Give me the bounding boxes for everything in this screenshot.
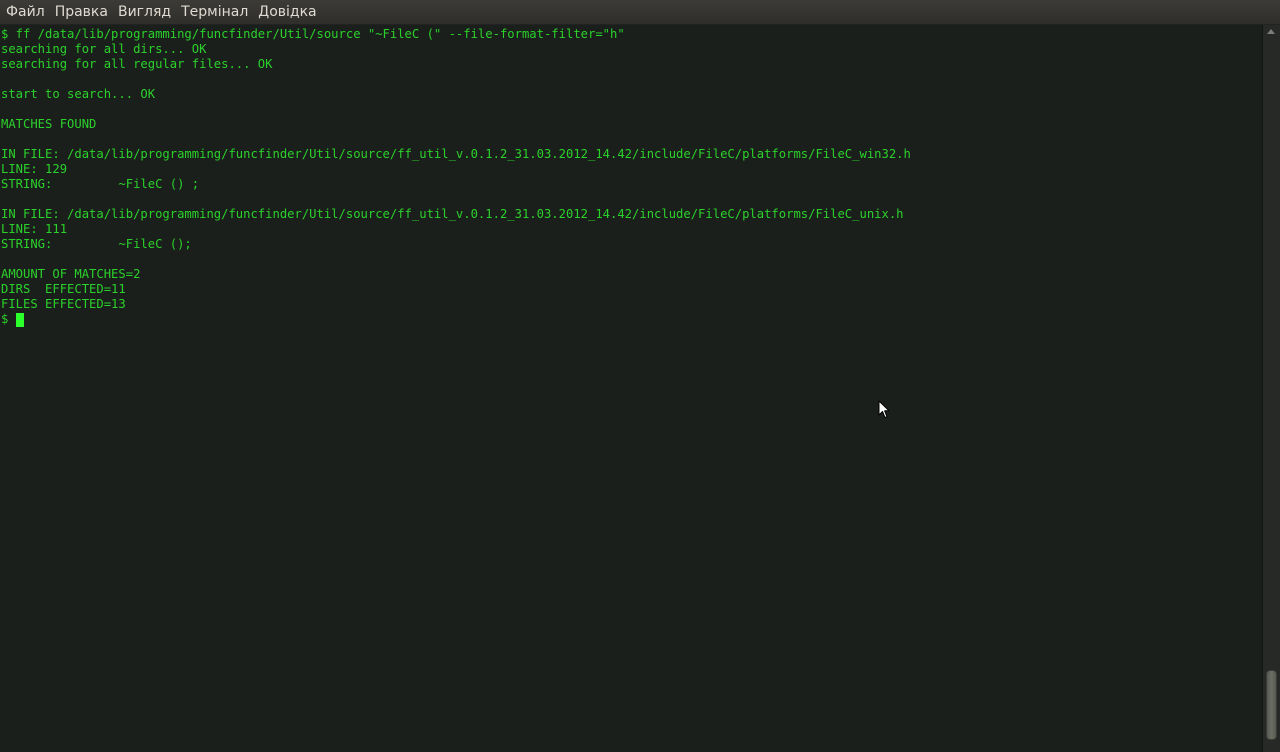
terminal-line: STRING: ~FileC (); — [1, 237, 192, 251]
mouse-pointer-icon — [878, 400, 890, 418]
terminal-line: AMOUNT OF MATCHES=2 — [1, 267, 141, 281]
menu-view[interactable]: Вигляд — [113, 0, 176, 24]
terminal-line: $ ff /data/lib/programming/funcfinder/Ut… — [1, 27, 625, 41]
terminal-line: LINE: 111 — [1, 222, 68, 236]
terminal-line: IN FILE: /data/lib/programming/funcfinde… — [1, 147, 911, 161]
terminal-line: searching for all regular files... OK — [1, 57, 273, 71]
menu-edit[interactable]: Правка — [50, 0, 113, 24]
terminal-line: STRING: ~FileC () ; — [1, 177, 200, 191]
terminal-line: IN FILE: /data/lib/programming/funcfinde… — [1, 207, 904, 221]
menubar: Файл Правка Вигляд Термінал Довідка — [0, 0, 1280, 25]
vertical-scrollbar[interactable] — [1262, 25, 1280, 752]
terminal-line: LINE: 129 — [1, 162, 68, 176]
terminal-line: MATCHES FOUND — [1, 117, 97, 131]
arrow-up-icon[interactable] — [1267, 29, 1275, 34]
terminal-prompt-line[interactable]: $ — [1, 312, 24, 327]
terminal-prompt: $ — [1, 312, 16, 326]
terminal-line: searching for all dirs... OK — [1, 42, 207, 56]
terminal-cursor — [15, 313, 24, 327]
terminal-line: DIRS EFFECTED=11 — [1, 282, 126, 296]
scrollbar-thumb[interactable] — [1266, 670, 1277, 740]
terminal-line: start to search... OK — [1, 87, 156, 101]
menu-help[interactable]: Довідка — [253, 0, 321, 24]
menu-file[interactable]: Файл — [1, 0, 50, 24]
terminal-output[interactable]: $ ff /data/lib/programming/funcfinder/Ut… — [0, 25, 1262, 752]
menu-terminal[interactable]: Термінал — [176, 0, 253, 24]
terminal-line: FILES EFFECTED=13 — [1, 297, 126, 311]
